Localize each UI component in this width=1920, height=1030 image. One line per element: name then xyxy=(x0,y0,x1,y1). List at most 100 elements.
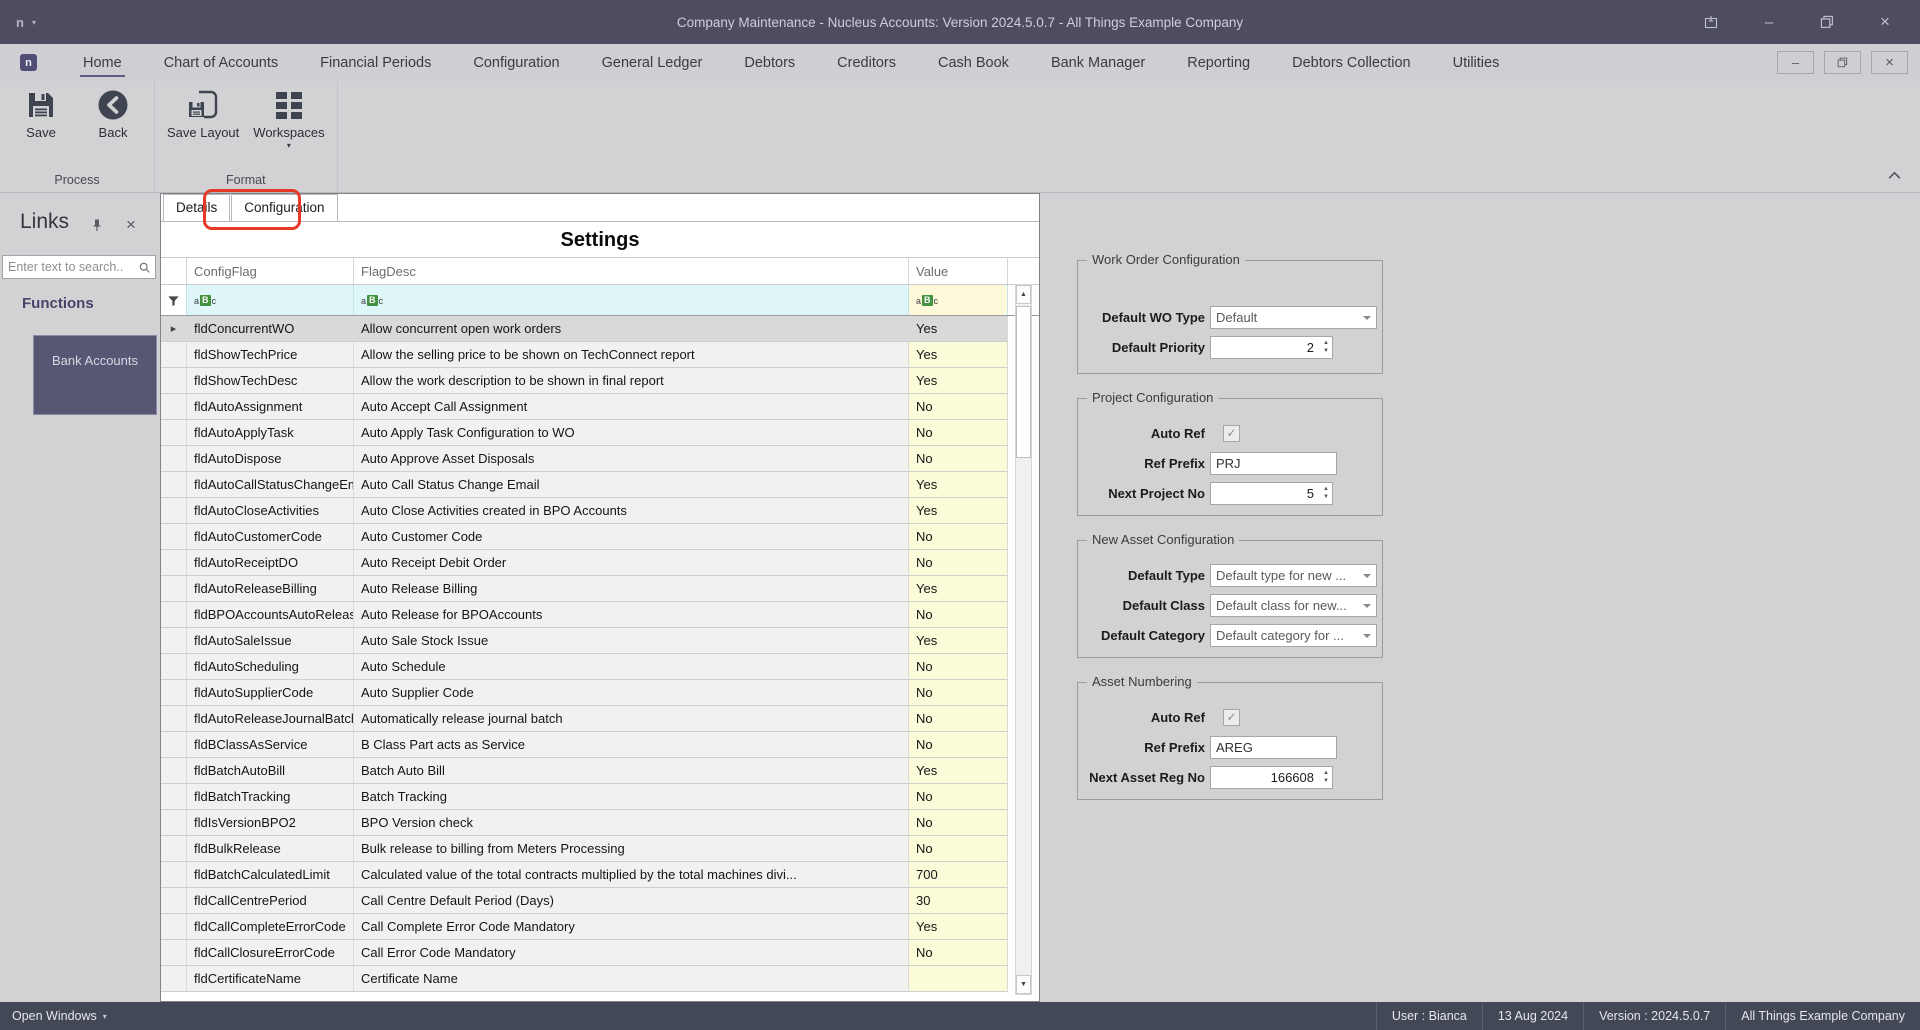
chevron-down-icon: ▾ xyxy=(31,17,36,27)
table-row[interactable]: ▸ fldConcurrentWO Allow concurrent open wo… xyxy=(161,316,1039,342)
filter-input-configflag[interactable]: aBc xyxy=(187,285,354,315)
cell-configflag: fldCallClosureErrorCode xyxy=(187,940,354,966)
next-asset-reg-no-stepper[interactable]: 166608 ▲ ▼ xyxy=(1210,765,1333,789)
cell-flagdesc: Calculated value of the total contracts … xyxy=(354,862,909,888)
cell-value: Yes xyxy=(909,498,1008,524)
ribbon-tab-cash-book[interactable]: Cash Book xyxy=(917,44,1030,81)
table-row[interactable]: fldAutoCustomerCode Auto Customer Code No xyxy=(161,524,1039,550)
ribbon-tab-debtors[interactable]: Debtors xyxy=(723,44,816,81)
close-icon[interactable]: × xyxy=(1871,51,1908,74)
ribbon-tab-bank-manager[interactable]: Bank Manager xyxy=(1030,44,1166,81)
close-icon[interactable]: × xyxy=(126,215,136,235)
minimize-icon[interactable]: – xyxy=(1777,51,1814,74)
table-row[interactable]: fldBClassAsService B Class Part acts as S… xyxy=(161,732,1039,758)
column-header-flagdesc[interactable]: FlagDesc xyxy=(354,258,909,284)
table-row[interactable]: fldCallClosureErrorCode Call Error Code M… xyxy=(161,940,1039,966)
table-row[interactable]: fldShowTechPrice Allow the selling price … xyxy=(161,342,1039,368)
table-row[interactable]: fldAutoReleaseBilling Auto Release Billin… xyxy=(161,576,1039,602)
table-row[interactable]: fldAutoApplyTask Auto Apply Task Configur… xyxy=(161,420,1039,446)
spinner-arrows-icon[interactable]: ▲ ▼ xyxy=(1323,769,1329,785)
next-project-no-stepper[interactable]: 5 ▲ ▼ xyxy=(1210,481,1333,505)
table-row[interactable]: fldBatchAutoBill Batch Auto Bill Yes xyxy=(161,758,1039,784)
ribbon-group-label-process: Process xyxy=(54,173,100,187)
table-row[interactable]: fldIsVersionBPO2 BPO Version check No xyxy=(161,810,1039,836)
cell-value: Yes xyxy=(909,368,1008,394)
filter-input-flagdesc[interactable]: aBc xyxy=(354,285,909,315)
auto-ref-checkbox[interactable]: ✓ xyxy=(1223,424,1240,442)
table-row[interactable]: fldAutoReceiptDO Auto Receipt Debit Order… xyxy=(161,550,1039,576)
save-layout-button[interactable]: Save Layout xyxy=(163,88,243,171)
group-box-asset-numbering: Asset Numbering Auto Ref ✓ Ref Prefix AREG Ne… xyxy=(1077,674,1383,800)
workspace: Links × Enter text to search.. Functions… xyxy=(0,189,1920,1002)
table-row[interactable]: fldBatchTracking Batch Tracking No xyxy=(161,784,1039,810)
restore-icon[interactable] xyxy=(1824,51,1861,74)
open-windows-button[interactable]: Open Windows ▾ xyxy=(0,1009,107,1023)
table-row[interactable]: fldAutoDispose Auto Approve Asset Disposa… xyxy=(161,446,1039,472)
auto-ref-checkbox[interactable]: ✓ xyxy=(1223,708,1240,726)
restore-icon[interactable] xyxy=(1812,10,1842,34)
column-header-value[interactable]: Value xyxy=(909,258,1008,284)
table-row[interactable]: fldBPOAccountsAutoRelease Auto Release fo… xyxy=(161,602,1039,628)
collapse-ribbon-icon[interactable] xyxy=(1887,168,1902,186)
table-row[interactable]: fldCallCentrePeriod Call Centre Default P… xyxy=(161,888,1039,914)
cell-flagdesc: Auto Close Activities created in BPO Acc… xyxy=(354,498,909,524)
ribbon-tab-debtors-collection[interactable]: Debtors Collection xyxy=(1271,44,1431,81)
table-row[interactable]: fldAutoScheduling Auto Schedule No xyxy=(161,654,1039,680)
workspaces-button[interactable]: Workspaces ▾ xyxy=(249,88,328,171)
table-row[interactable]: fldBulkRelease Bulk release to billing fr… xyxy=(161,836,1039,862)
spinner-arrows-icon[interactable]: ▲ ▼ xyxy=(1323,485,1329,501)
ref-prefix-field[interactable]: PRJ xyxy=(1210,451,1337,475)
table-row[interactable]: fldAutoCloseActivities Auto Close Activit… xyxy=(161,498,1039,524)
save-button[interactable]: Save xyxy=(8,88,74,171)
grid-header-row: ConfigFlag FlagDesc Value xyxy=(161,257,1039,285)
cell-configflag: fldCallCentrePeriod xyxy=(187,888,354,914)
column-header-configflag[interactable]: ConfigFlag xyxy=(187,258,354,284)
default-wo-type-select[interactable]: Default xyxy=(1210,305,1377,329)
table-row[interactable]: fldAutoCallStatusChangeEmailAuto Call St… xyxy=(161,472,1039,498)
table-row[interactable]: fldShowTechDesc Allow the work descriptio… xyxy=(161,368,1039,394)
table-row[interactable]: fldAutoReleaseJournalBatch Automatically … xyxy=(161,706,1039,732)
default-type-select[interactable]: Default type for new ... xyxy=(1210,563,1377,587)
scroll-down-icon[interactable]: ▼ xyxy=(1016,975,1031,994)
cell-flagdesc: Batch Auto Bill xyxy=(354,758,909,784)
back-button[interactable]: Back xyxy=(80,88,146,171)
cell-configflag: fldAutoReleaseJournalBatch xyxy=(187,706,354,732)
quick-access-toolbar[interactable]: n ▾ xyxy=(16,0,36,44)
links-panel: Links × Enter text to search.. Functions… xyxy=(0,193,160,1002)
cell-flagdesc: Auto Accept Call Assignment xyxy=(354,394,909,420)
table-row[interactable]: fldCallCompleteErrorCode Call Complete Er… xyxy=(161,914,1039,940)
table-row[interactable]: fldAutoAssignment Auto Accept Call Assign… xyxy=(161,394,1039,420)
scroll-up-icon[interactable]: ▲ xyxy=(1016,285,1031,304)
table-row[interactable]: fldCertificateName Certificate Name xyxy=(161,966,1039,992)
ribbon-tab-financial-periods[interactable]: Financial Periods xyxy=(299,44,452,81)
scrollbar-thumb[interactable] xyxy=(1016,306,1031,458)
minimize-icon[interactable]: – xyxy=(1754,10,1784,34)
tab-configuration[interactable]: Configuration xyxy=(231,194,338,221)
ribbon-tab-home[interactable]: Home xyxy=(62,44,143,81)
cell-configflag: fldBatchCalculatedLimit xyxy=(187,862,354,888)
app-icon[interactable]: n xyxy=(20,54,37,71)
ribbon-tab-configuration[interactable]: Configuration xyxy=(452,44,580,81)
filter-input-value[interactable]: aBc xyxy=(909,285,1008,315)
ribbon-tab-chart-of-accounts[interactable]: Chart of Accounts xyxy=(143,44,299,81)
default-category-select[interactable]: Default category for ... xyxy=(1210,623,1377,647)
ribbon-tab-general-ledger[interactable]: General Ledger xyxy=(581,44,724,81)
tab-details[interactable]: Details xyxy=(163,194,231,221)
sidebar-item-bank-accounts[interactable]: Bank Accounts xyxy=(33,335,157,415)
ref-prefix-field[interactable]: AREG xyxy=(1210,735,1337,759)
default-class-select[interactable]: Default class for new... xyxy=(1210,593,1377,617)
ribbon-tab-utilities[interactable]: Utilities xyxy=(1432,44,1521,81)
table-row[interactable]: fldAutoSaleIssue Auto Sale Stock Issue Yes xyxy=(161,628,1039,654)
search-input[interactable]: Enter text to search.. xyxy=(2,255,156,279)
button-label: Save Layout xyxy=(167,125,240,140)
table-row[interactable]: fldAutoSupplierCode Auto Supplier Code No xyxy=(161,680,1039,706)
ribbon-tab-creditors[interactable]: Creditors xyxy=(816,44,917,81)
spinner-arrows-icon[interactable]: ▲ ▼ xyxy=(1323,339,1329,355)
pin-icon[interactable] xyxy=(90,218,104,237)
table-row[interactable]: fldBatchCalculatedLimit Calculated value … xyxy=(161,862,1039,888)
vertical-scrollbar[interactable]: ▲ ▼ xyxy=(1015,284,1032,995)
close-icon[interactable]: × xyxy=(1870,10,1900,34)
pin-window-icon[interactable] xyxy=(1696,10,1726,34)
default-priority-stepper[interactable]: 2 ▲ ▼ xyxy=(1210,335,1333,359)
ribbon-tab-reporting[interactable]: Reporting xyxy=(1166,44,1271,81)
